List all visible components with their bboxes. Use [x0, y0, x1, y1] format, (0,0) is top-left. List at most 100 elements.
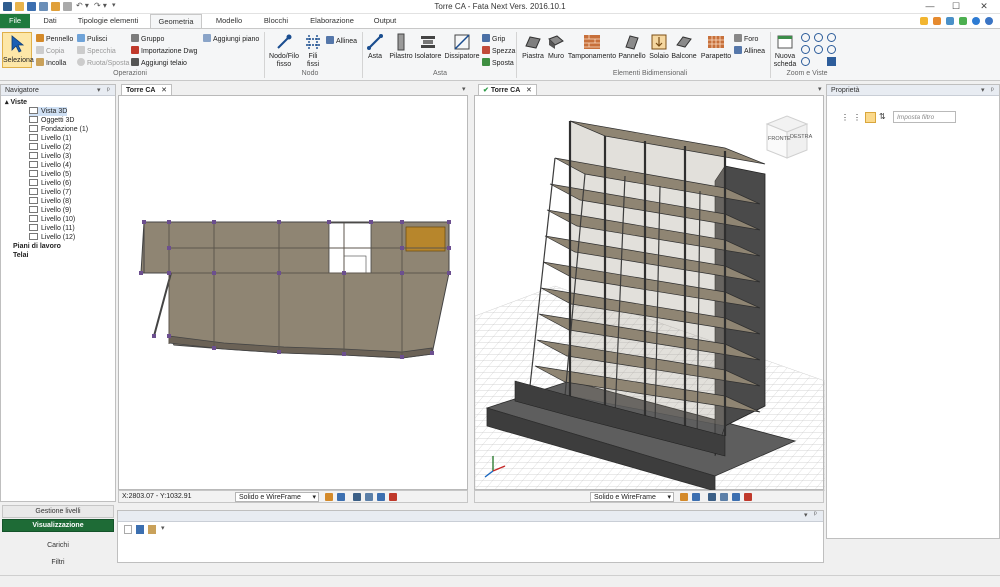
tree-item-vista-3d[interactable]: Vista 3D: [29, 107, 68, 116]
elem-allinea-button[interactable]: Allinea: [734, 46, 765, 56]
lightbulb-icon[interactable]: [920, 17, 928, 25]
aggiungi-piano-button[interactable]: Aggiungi piano: [203, 34, 259, 44]
dissipatore-button[interactable]: Dissipatore: [444, 33, 480, 61]
download-icon[interactable]: [959, 17, 967, 25]
pdf-icon[interactable]: [389, 493, 397, 501]
gruppo-button[interactable]: Gruppo: [131, 34, 164, 44]
tab-geometria[interactable]: Geometria: [150, 14, 202, 28]
tab-left-view[interactable]: Torre CA ✕: [121, 84, 172, 95]
panel-menu-icon[interactable]: ▾: [804, 511, 808, 519]
tree-root-viste[interactable]: ▴ Viste: [5, 98, 27, 107]
close-tab-icon[interactable]: ✕: [526, 87, 532, 94]
parapetto-button[interactable]: Parapetto: [700, 33, 732, 61]
close-tab-icon[interactable]: ✕: [161, 87, 167, 94]
pennello-button[interactable]: Pennello: [36, 34, 73, 44]
tree-item-livello-5[interactable]: Livello (5): [29, 170, 71, 179]
tab-tipologie-elementi[interactable]: Tipologie elementi: [72, 14, 144, 28]
tree-item-livello-11[interactable]: Livello (11): [29, 224, 75, 233]
pulisci-button[interactable]: Pulisci: [77, 34, 107, 44]
seleziona-button[interactable]: Seleziona: [2, 32, 34, 68]
gestione-livelli-button[interactable]: Gestione livelli: [2, 505, 114, 518]
foro-button[interactable]: Foro: [734, 34, 758, 44]
zoom-all-icon[interactable]: [827, 33, 836, 42]
muro-button[interactable]: Muro: [546, 33, 566, 61]
help-icon[interactable]: [985, 17, 993, 25]
tree-item-livello-12[interactable]: Livello (12): [29, 233, 75, 242]
right-view-canvas[interactable]: FRONTE DESTRA: [474, 95, 826, 492]
filtri-button[interactable]: Filtri: [2, 556, 114, 569]
panel-menu-icon[interactable]: ▾: [981, 85, 985, 96]
tree-item-fondazione[interactable]: Fondazione (1): [29, 125, 88, 134]
view-menu-icon[interactable]: ▾: [462, 85, 466, 93]
pilastro-button[interactable]: Pilastro: [388, 33, 414, 61]
tree-item-oggetti-3d[interactable]: Oggetti 3D: [29, 116, 74, 125]
globe-icon[interactable]: [972, 17, 980, 25]
ruota-sposta-button[interactable]: Ruota/Sposta: [77, 58, 129, 68]
print-icon[interactable]: [720, 493, 728, 501]
grip-button[interactable]: Grip: [482, 34, 505, 44]
tree-item-livello-1[interactable]: Livello (1): [29, 134, 71, 143]
navigation-cube[interactable]: FRONTE DESTRA: [759, 106, 815, 162]
pin-icon[interactable]: ᵖ: [991, 85, 994, 96]
carichi-button[interactable]: Carichi: [2, 539, 114, 552]
save-view-icon[interactable]: [827, 57, 836, 66]
export-icon[interactable]: [708, 493, 716, 501]
save-icon[interactable]: [136, 525, 144, 534]
panel-menu-icon[interactable]: ▾: [97, 85, 101, 96]
tab-output[interactable]: Output: [368, 14, 402, 28]
isolatore-button[interactable]: Isolatore: [414, 33, 442, 61]
tree-item-livello-10[interactable]: Livello (10): [29, 215, 75, 224]
sort-az-icon[interactable]: ⇅: [879, 112, 886, 121]
tab-right-view[interactable]: ✔ Torre CA ✕: [478, 84, 537, 95]
layer-icon[interactable]: [692, 493, 700, 501]
zoom-window-icon[interactable]: [814, 33, 823, 42]
fili-fissi-button[interactable]: Fili fissi: [302, 33, 324, 69]
pannello-button[interactable]: Pannello: [618, 33, 646, 61]
tab-blocchi[interactable]: Blocchi: [258, 14, 294, 28]
zoom-in-icon[interactable]: [801, 33, 810, 42]
pin-icon[interactable]: ᵖ: [107, 85, 110, 96]
tree-item-livello-4[interactable]: Livello (4): [29, 161, 71, 170]
tree-item-livello-2[interactable]: Livello (2): [29, 143, 71, 152]
categorized-icon[interactable]: ⋮: [841, 113, 849, 122]
tree-item-telai[interactable]: Telai: [13, 251, 28, 260]
right-view-mode-select[interactable]: Solido e WireFrame ▾: [590, 492, 674, 502]
sposta-button[interactable]: Sposta: [482, 58, 514, 68]
asta-button[interactable]: Asta: [364, 33, 386, 61]
tree-item-livello-3[interactable]: Livello (3): [29, 152, 71, 161]
minimize-icon[interactable]: —: [922, 1, 938, 11]
alphabetical-icon[interactable]: ⋮: [853, 113, 861, 122]
importazione-dwg-button[interactable]: Importazione Dwg: [131, 46, 197, 56]
tree-item-livello-6[interactable]: Livello (6): [29, 179, 71, 188]
output-menu-icon[interactable]: ▾: [161, 524, 165, 532]
piastra-button[interactable]: Piastra: [520, 33, 546, 61]
nodo-filo-fisso-button[interactable]: Nodo/Filo fisso: [266, 33, 302, 69]
filter-input[interactable]: Imposta filtro: [893, 111, 956, 123]
spezza-button[interactable]: Spezza: [482, 46, 515, 56]
tamponamento-button[interactable]: Tamponamento: [566, 33, 618, 61]
balcone-button[interactable]: Balcone: [670, 33, 698, 61]
incolla-button[interactable]: Incolla: [36, 58, 66, 68]
aggiungi-telaio-button[interactable]: Aggiungi telaio: [131, 58, 187, 68]
zoom-out-icon[interactable]: [801, 45, 810, 54]
copia-button[interactable]: Copia: [36, 46, 64, 56]
nuova-scheda-button[interactable]: Nuova scheda: [772, 33, 798, 69]
maximize-icon[interactable]: ☐: [948, 1, 964, 12]
render-style-icon[interactable]: [680, 493, 688, 501]
copy-image-icon[interactable]: [732, 493, 740, 501]
render-style-icon[interactable]: [325, 493, 333, 501]
tree-item-piani-di-lavoro[interactable]: Piani di lavoro: [13, 242, 61, 251]
pin-icon[interactable]: ᵖ: [814, 511, 817, 518]
solaio-button[interactable]: Solaio: [648, 33, 670, 61]
new-document-icon[interactable]: [124, 525, 132, 534]
tab-modello[interactable]: Modello: [210, 14, 248, 28]
tab-dati[interactable]: Dati: [38, 14, 62, 28]
sort-icon[interactable]: [865, 112, 876, 123]
zoom-previous-icon[interactable]: [814, 45, 823, 54]
nodo-allinea-button[interactable]: Allinea: [326, 36, 357, 46]
print-icon[interactable]: [365, 493, 373, 501]
tree-item-livello-7[interactable]: Livello (7): [29, 188, 71, 197]
zoom-realtime-icon[interactable]: [801, 57, 810, 66]
layer-icon[interactable]: [337, 493, 345, 501]
view-menu-icon[interactable]: ▾: [818, 85, 822, 93]
